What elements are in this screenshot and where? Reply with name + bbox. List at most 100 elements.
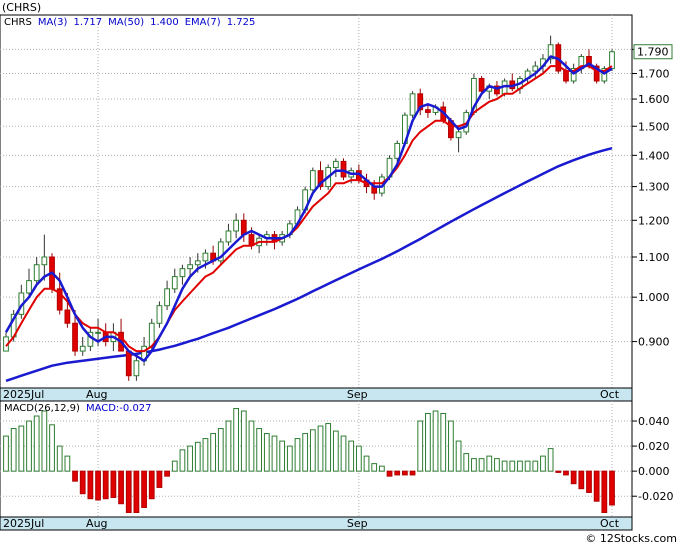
macd-bar [187, 445, 193, 472]
candle-body [72, 322, 78, 352]
macd-bar [501, 460, 508, 472]
macd-y-tick-label: 0.020 [638, 440, 670, 453]
macd-bar [378, 465, 385, 472]
candle-body [332, 160, 339, 169]
macd-bar [133, 470, 140, 513]
macd-bar [394, 470, 401, 476]
macd-x-tick-label: Aug [86, 517, 107, 530]
macd-bar [286, 445, 293, 472]
price-y-tick-label: 1.700 [638, 67, 670, 80]
candle-body [233, 219, 240, 232]
candle-body [33, 264, 40, 282]
macd-bar [79, 470, 86, 495]
candle-body [194, 260, 201, 266]
macd-bar [240, 410, 247, 472]
chart-title: (CHRS) [2, 1, 41, 14]
macd-bar [340, 435, 347, 472]
candle-body [425, 109, 431, 113]
macd-bar [363, 455, 370, 472]
macd-bar [26, 420, 32, 472]
stock-chart: 0.900 1.000 1.100 1.200 1.300 1.400 1.500 1.600… [0, 0, 680, 546]
price-legend-item: 1.725 [227, 17, 256, 28]
macd-bar [609, 470, 615, 506]
macd-bar [409, 470, 416, 476]
macd-bar [432, 410, 439, 472]
macd-bar [355, 445, 362, 472]
macd-bar [578, 470, 585, 490]
macd-bar [102, 470, 109, 500]
macd-bar [563, 470, 569, 476]
candle-body [455, 131, 462, 139]
price-legend-item: MA(50) [108, 17, 144, 28]
macd-bar [110, 470, 117, 498]
macd-bar [402, 470, 408, 476]
macd-bar [87, 470, 94, 500]
macd-bar [3, 435, 9, 472]
price-legend-item: CHRS [4, 17, 32, 28]
macd-x-tick-label: Oct [600, 517, 620, 530]
macd-bar [49, 424, 55, 472]
macd-y-tick-label: 0.000 [638, 465, 670, 478]
price-y-tick-label: 1.500 [638, 120, 670, 133]
macd-bar [463, 453, 470, 472]
watermark: © 12Stocks.com [585, 532, 677, 545]
candle-body [164, 288, 170, 307]
macd-bar [555, 470, 562, 473]
candle-body [125, 350, 132, 377]
macd-bar [256, 428, 263, 472]
candle-body [409, 93, 416, 116]
macd-bar [164, 470, 170, 477]
macd-bar [309, 429, 316, 472]
macd-x-tick-label: Sep [347, 517, 368, 530]
macd-y-tick-label: -0.020 [638, 490, 673, 503]
macd-bar [233, 408, 240, 472]
macd-bar [471, 458, 477, 472]
candle-body [309, 170, 316, 191]
macd-bar [494, 458, 500, 472]
price-y-tick-label: 1.100 [638, 251, 670, 264]
candle-body [225, 230, 232, 243]
macd-bar [148, 470, 155, 500]
macd-bar [332, 430, 339, 472]
macd-bar [348, 440, 355, 472]
price-legend: CHRS MA(3) 1.717 MA(50) 1.400 EMA(7) 1.725 [4, 17, 255, 28]
candle-body [26, 280, 32, 294]
macd-bar [586, 470, 592, 493]
price-y-tick-label: 1.300 [638, 181, 670, 194]
candle-body [41, 256, 48, 266]
macd-bar [532, 460, 539, 472]
macd-legend-item: MACD(26,12,9) [4, 403, 80, 414]
macd-panel: -0.020 0.000 0.020 0.040 2025Jul Aug Sep Oct M… [0, 400, 673, 531]
macd-bar [371, 463, 378, 472]
candle-body [179, 268, 186, 278]
macd-bar [517, 460, 523, 472]
candle-body [202, 252, 209, 262]
macd-bar [547, 448, 554, 472]
last-price-label: 1.790 [637, 46, 669, 59]
price-legend-item: MA(3) [38, 17, 68, 28]
macd-bar [448, 420, 454, 472]
macd-legend-item: MACD:-0.027 [86, 403, 152, 414]
macd-bar [593, 470, 600, 502]
macd-bar [271, 435, 278, 472]
macd-bar [64, 455, 71, 472]
candle-body [478, 77, 485, 92]
candle-body [64, 309, 71, 324]
candle-body [171, 276, 178, 290]
macd-bar [56, 445, 63, 472]
macd-bar [279, 440, 286, 472]
price-legend-item: 1.717 [73, 17, 102, 28]
price-x-tick-label: 2025Jul [3, 388, 44, 401]
macd-bar [18, 425, 25, 472]
macd-bar [141, 470, 147, 508]
macd-bar [194, 441, 201, 472]
macd-bar [72, 470, 78, 482]
macd-bar [294, 438, 301, 472]
candle-body [133, 360, 140, 377]
macd-bar [302, 433, 309, 472]
macd-bar [540, 455, 546, 472]
price-x-tick-label: Oct [600, 388, 620, 401]
candle-body [394, 142, 401, 159]
last-price-marker: 1.790 [633, 44, 673, 60]
macd-bar [225, 420, 232, 472]
